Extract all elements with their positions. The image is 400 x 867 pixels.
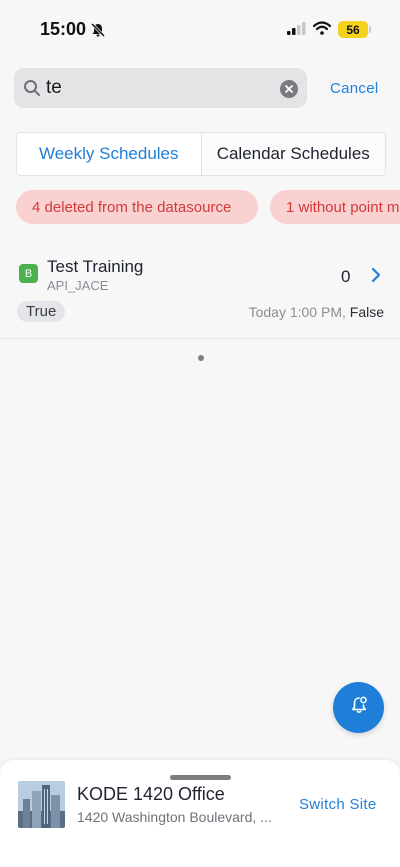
schedule-time-label: Today 1:00 PM, xyxy=(248,304,346,320)
chevron-right-icon[interactable] xyxy=(370,267,382,288)
schedule-row[interactable]: B Test Training API_JACE 0 True Today 1:… xyxy=(0,248,400,339)
schedule-title: Test Training xyxy=(47,257,144,276)
search-box[interactable] xyxy=(14,68,307,108)
sheet-handle[interactable] xyxy=(170,775,231,780)
site-name: KODE 1420 Office xyxy=(77,784,225,804)
schedule-count: 0 xyxy=(341,267,351,286)
schedule-type-badge: B xyxy=(19,264,38,283)
bell-settings-icon xyxy=(348,694,370,721)
tab-calendar-schedules[interactable]: Calendar Schedules xyxy=(201,133,385,175)
chip-without-point[interactable]: 1 without point m xyxy=(270,190,400,224)
tab-weekly-schedules[interactable]: Weekly Schedules xyxy=(17,133,202,175)
cancel-button[interactable]: Cancel xyxy=(330,80,379,97)
schedule-tabs: Weekly Schedules Calendar Schedules xyxy=(16,132,386,176)
wifi-icon xyxy=(312,21,332,40)
signal-icon xyxy=(287,22,307,40)
schedule-next-value: False xyxy=(349,304,384,320)
site-bottom-sheet: KODE 1420 Office 1420 Washington Bouleva… xyxy=(0,760,400,867)
notification-settings-button[interactable] xyxy=(333,682,384,733)
search-row: Cancel xyxy=(0,68,400,110)
battery-indicator: 56 xyxy=(338,21,368,38)
search-icon xyxy=(23,79,41,102)
loading-dot xyxy=(198,355,204,361)
status-bar: 15:00 56 xyxy=(0,0,400,56)
chip-deleted[interactable]: 4 deleted from the datasource xyxy=(16,190,258,224)
search-input[interactable] xyxy=(46,76,276,100)
schedule-subtitle: API_JACE xyxy=(47,278,109,293)
site-address: 1420 Washington Boulevard, ... xyxy=(77,809,272,825)
battery-cap xyxy=(369,26,371,33)
filter-chips: 4 deleted from the datasource 1 without … xyxy=(0,190,400,224)
switch-site-button[interactable]: Switch Site xyxy=(299,796,377,813)
status-time: 15:00 xyxy=(40,19,87,39)
schedule-tag: True xyxy=(17,301,66,322)
site-thumbnail xyxy=(18,781,65,828)
clear-icon[interactable] xyxy=(280,80,298,98)
bell-off-icon xyxy=(90,22,106,43)
schedule-next-time: Today 1:00 PM, False xyxy=(249,304,384,320)
